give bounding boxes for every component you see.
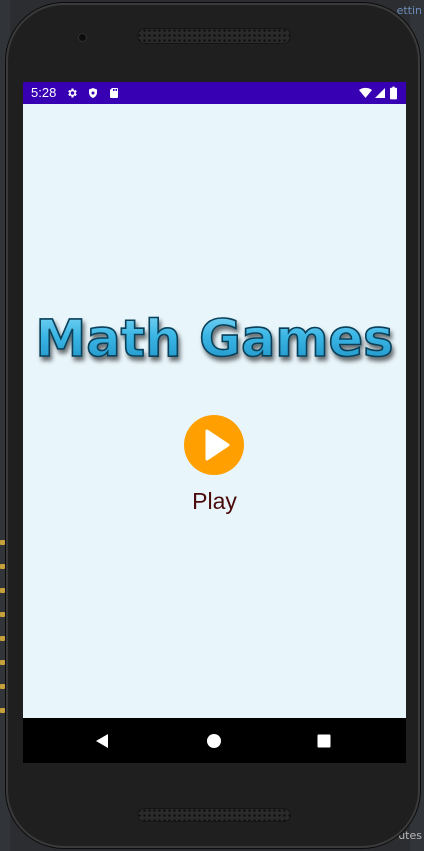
shield-icon	[89, 88, 97, 98]
play-icon	[205, 429, 230, 461]
home-button[interactable]	[194, 718, 234, 763]
sd-card-icon	[110, 88, 118, 98]
front-camera	[78, 33, 87, 42]
status-bar: 5:28	[23, 82, 406, 104]
navigation-bar	[23, 718, 406, 763]
device-screen: 5:28 Math Games Play	[23, 82, 406, 763]
status-time: 5:28	[31, 85, 57, 100]
wifi-icon	[359, 87, 372, 98]
back-button[interactable]	[82, 718, 122, 763]
bottom-speaker	[137, 808, 291, 822]
app-title: Math Games	[23, 309, 406, 370]
play-label[interactable]: Play	[23, 488, 406, 515]
battery-icon	[390, 86, 397, 100]
recents-button[interactable]	[304, 718, 344, 763]
home-icon	[207, 733, 221, 748]
top-speaker	[137, 28, 291, 44]
signal-icon	[375, 88, 385, 98]
back-icon	[96, 733, 108, 748]
play-button[interactable]	[184, 415, 244, 475]
gear-icon	[68, 88, 77, 98]
recents-icon	[317, 734, 331, 747]
